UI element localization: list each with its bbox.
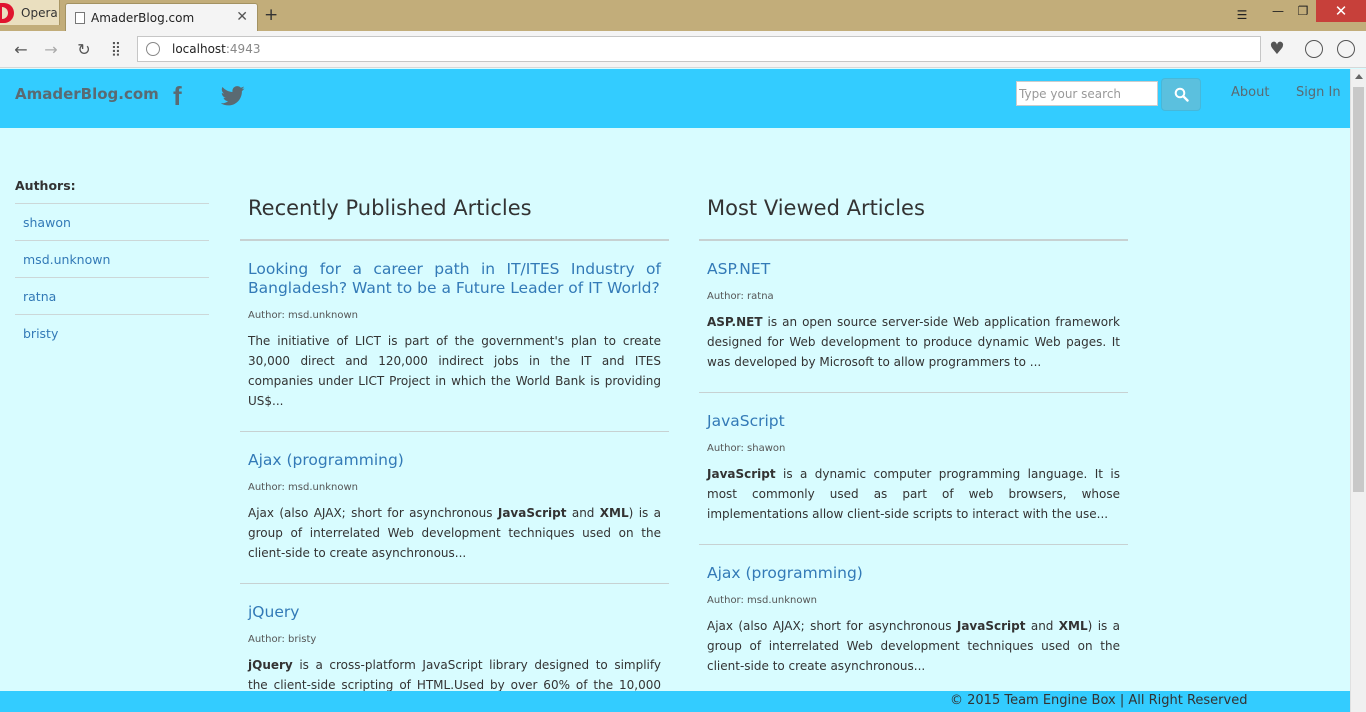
reload-icon[interactable]: ↻: [73, 39, 95, 59]
article-card: Looking for a career path in IT/ITES Ind…: [240, 241, 669, 432]
browser-toolbar: ← → ↻ ⣿ localhost:4943 ♥: [0, 31, 1366, 68]
restore-icon[interactable]: ❐: [1290, 0, 1316, 22]
article-title-link[interactable]: ASP.NET: [707, 260, 1120, 279]
article-card: Ajax (programming) Author: msd.unknown A…: [240, 432, 669, 584]
article-title-link[interactable]: jQuery: [248, 603, 661, 622]
summary-bold: JavaScript: [497, 506, 567, 520]
browser-titlebar: Opera AmaderBlog.com ✕ + ☰ — ❐ ✕: [0, 0, 1366, 31]
tab-title: AmaderBlog.com: [91, 10, 195, 25]
back-icon[interactable]: ←: [10, 39, 32, 59]
footer-copyright: © 2015 Team Engine Box | All Right Reser…: [950, 693, 1248, 708]
article-author: Author: ratna: [707, 291, 774, 302]
authors-heading: Authors:: [15, 178, 76, 193]
scrollbar-thumb[interactable]: [1353, 87, 1364, 492]
plus-icon[interactable]: +: [264, 5, 278, 25]
recent-articles-column: Recently Published Articles Looking for …: [240, 196, 669, 712]
summary-bold: JavaScript: [707, 467, 776, 481]
article-card: JavaScript Author: shawon JavaScript is …: [699, 393, 1128, 545]
twitter-icon[interactable]: [221, 86, 245, 106]
article-card: Ajax (programming) Author: msd.unknown A…: [699, 545, 1128, 697]
opera-label: Opera: [21, 5, 58, 20]
author-link-bristy[interactable]: bristy: [15, 314, 209, 351]
article-title-link[interactable]: Ajax (programming): [248, 451, 661, 470]
article-card: ASP.NET Author: ratna ASP.NET is an open…: [699, 241, 1128, 393]
article-title-link[interactable]: JavaScript: [707, 412, 1120, 431]
article-author: Author: msd.unknown: [707, 595, 817, 606]
article-summary: The initiative of LICT is part of the go…: [248, 334, 661, 408]
tabs-menu-icon[interactable]: ☰: [1226, 4, 1258, 26]
page-scrollbar[interactable]: [1350, 69, 1366, 712]
article-summary: JavaScript is a dynamic computer program…: [707, 464, 1120, 524]
most-viewed-heading: Most Viewed Articles: [699, 196, 1128, 241]
author-link-shawon[interactable]: shawon: [15, 203, 209, 240]
summary-text: Ajax (also AJAX; short for asynchronous: [707, 619, 957, 633]
search-icon: [1174, 87, 1189, 102]
address-field[interactable]: localhost:4943: [137, 36, 1261, 62]
article-title-link[interactable]: Looking for a career path in IT/ITES Ind…: [248, 260, 661, 298]
article-author: Author: bristy: [248, 634, 317, 645]
heart-icon[interactable]: ♥: [1266, 39, 1288, 59]
nav-about-link[interactable]: About: [1231, 85, 1269, 100]
recent-articles-heading: Recently Published Articles: [240, 196, 669, 241]
author-link-ratna[interactable]: ratna: [15, 277, 209, 314]
site-info-icon[interactable]: [146, 42, 160, 56]
summary-bold: jQuery: [248, 658, 293, 672]
download-icon[interactable]: [1305, 40, 1323, 58]
article-title-link[interactable]: Ajax (programming): [707, 564, 1120, 583]
authors-list: shawon msd.unknown ratna bristy: [15, 203, 209, 351]
search-input[interactable]: [1016, 81, 1158, 106]
web-page: AmaderBlog.com f About Sign In Authors: …: [0, 69, 1350, 712]
site-brand[interactable]: AmaderBlog.com: [15, 85, 159, 103]
url-port: :4943: [225, 42, 261, 56]
summary-text: Ajax (also AJAX; short for asynchronous: [248, 506, 498, 520]
author-link-msd-unknown[interactable]: msd.unknown: [15, 240, 209, 277]
summary-text: is an open source server-side Web applic…: [707, 315, 1120, 369]
facebook-icon[interactable]: f: [173, 81, 182, 112]
minimize-icon[interactable]: —: [1266, 0, 1290, 22]
summary-bold: XML: [599, 506, 629, 520]
summary-text: and: [566, 506, 600, 520]
browser-tab[interactable]: AmaderBlog.com ✕: [65, 3, 258, 31]
speed-dial-icon[interactable]: ⣿: [105, 39, 127, 59]
url-host: localhost: [172, 42, 226, 56]
site-footer: © 2015 Team Engine Box | All Right Reser…: [0, 691, 1350, 712]
summary-bold: JavaScript: [956, 619, 1026, 633]
article-summary: Ajax (also AJAX; short for asynchronous …: [248, 503, 661, 563]
forward-icon[interactable]: →: [40, 39, 62, 59]
article-summary: Ajax (also AJAX; short for asynchronous …: [707, 616, 1120, 676]
close-icon[interactable]: ✕: [236, 9, 248, 25]
article-summary: ASP.NET is an open source server-side We…: [707, 312, 1120, 372]
site-navbar: AmaderBlog.com f About Sign In: [0, 69, 1350, 128]
summary-text: and: [1025, 619, 1059, 633]
opera-icon: [0, 2, 14, 23]
summary-bold: XML: [1058, 619, 1088, 633]
opera-menu-button[interactable]: Opera: [0, 0, 60, 25]
nav-sign-in-link[interactable]: Sign In: [1296, 85, 1341, 100]
page-icon: [75, 11, 85, 24]
scroll-up-icon[interactable]: [1355, 74, 1363, 79]
account-icon[interactable]: [1337, 40, 1355, 58]
article-author: Author: msd.unknown: [248, 310, 358, 321]
summary-bold: ASP.NET: [707, 315, 763, 329]
window-close-icon[interactable]: ✕: [1316, 0, 1366, 22]
article-author: Author: msd.unknown: [248, 482, 358, 493]
most-viewed-column: Most Viewed Articles ASP.NET Author: rat…: [699, 196, 1128, 697]
article-author: Author: shawon: [707, 443, 786, 454]
search-button[interactable]: [1161, 78, 1201, 111]
